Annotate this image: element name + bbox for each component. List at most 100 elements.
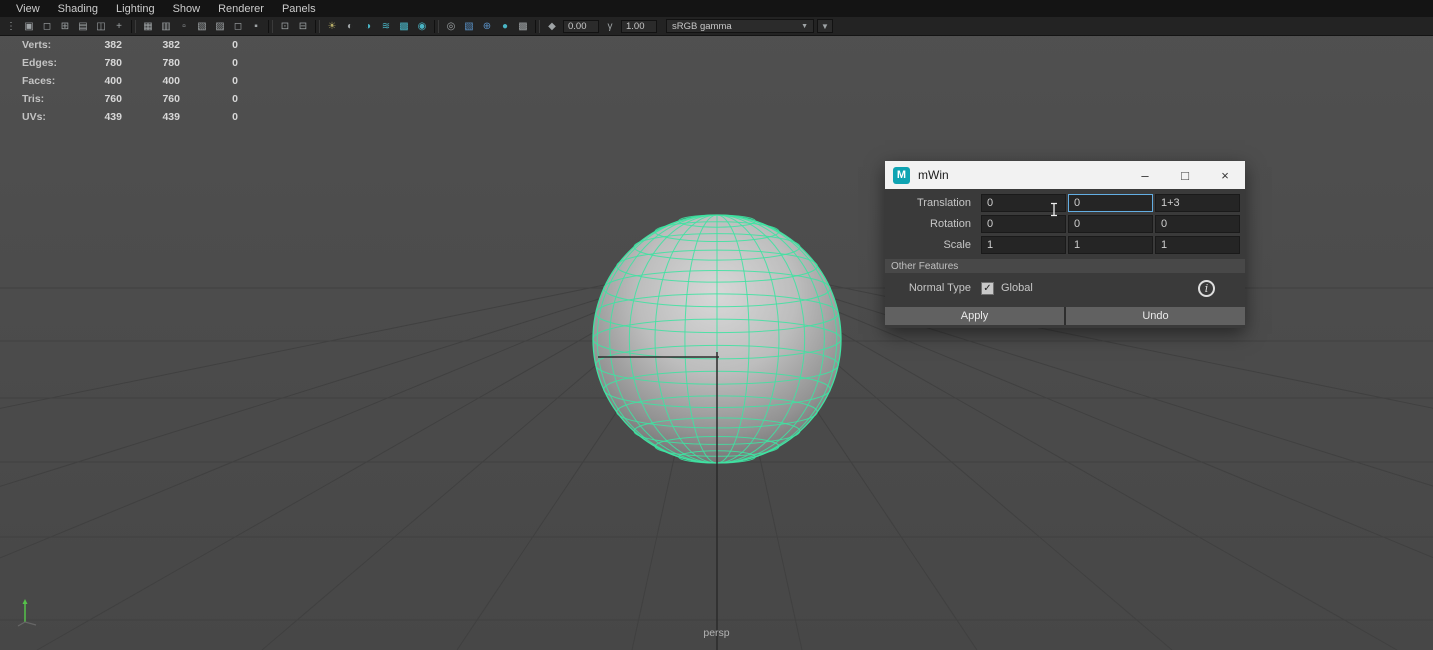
toolbar-separator bbox=[315, 20, 320, 33]
window-title: mWin bbox=[918, 168, 949, 182]
hud-value: 780 bbox=[122, 57, 180, 69]
menu-renderer[interactable]: Renderer bbox=[218, 3, 264, 15]
window-controls: – □ × bbox=[1125, 161, 1245, 189]
maximize-button[interactable]: □ bbox=[1165, 161, 1205, 189]
hud-label: Tris: bbox=[22, 93, 67, 105]
camera-attributes-icon[interactable]: ⊞ bbox=[57, 19, 73, 34]
scale-row: Scale 1 1 1 bbox=[885, 234, 1245, 255]
toolbar-separator bbox=[434, 20, 439, 33]
gamma-field[interactable]: 1.00 bbox=[621, 20, 657, 33]
sphere-object[interactable] bbox=[591, 208, 847, 474]
translation-label: Translation bbox=[885, 197, 981, 209]
multisample-icon[interactable]: ▩ bbox=[396, 19, 412, 34]
select-camera-icon[interactable]: ▣ bbox=[21, 19, 37, 34]
translation-y-field[interactable]: 0 bbox=[1068, 194, 1153, 212]
rotation-label: Rotation bbox=[885, 218, 981, 230]
hud-row-uvs: UVs: 439 439 0 bbox=[22, 108, 238, 126]
hud-value: 0 bbox=[180, 75, 238, 87]
poly-count-hud: Verts: 382 382 0 Edges: 780 780 0 Faces:… bbox=[22, 36, 238, 126]
hud-value: 760 bbox=[122, 93, 180, 105]
axis-indicator bbox=[16, 594, 50, 628]
exposure-icon[interactable]: ◆ bbox=[544, 19, 560, 34]
menu-shading[interactable]: Shading bbox=[58, 3, 98, 15]
hud-value: 780 bbox=[67, 57, 122, 69]
toolbar-separator bbox=[535, 20, 540, 33]
grid-icon[interactable]: ▦ bbox=[140, 19, 156, 34]
shadows-icon[interactable]: ◐ bbox=[342, 19, 358, 34]
hud-label: Edges: bbox=[22, 57, 67, 69]
global-checkbox[interactable]: ✓ bbox=[981, 282, 994, 295]
resolution-gate-icon[interactable]: ▫ bbox=[176, 19, 192, 34]
menu-show[interactable]: Show bbox=[173, 3, 201, 15]
isolate-select-icon[interactable]: ◎ bbox=[443, 19, 459, 34]
safe-action-icon[interactable]: ◻ bbox=[230, 19, 246, 34]
panel-grip-icon[interactable]: ⋮ bbox=[3, 19, 19, 34]
ambient-occlusion-icon[interactable]: ◑ bbox=[360, 19, 376, 34]
scale-y-field[interactable]: 1 bbox=[1068, 236, 1153, 254]
exposure-field[interactable]: 0.00 bbox=[563, 20, 599, 33]
safe-title-icon[interactable]: ▪ bbox=[248, 19, 264, 34]
toolbar-separator bbox=[268, 20, 273, 33]
rotation-row: Rotation 0 0 0 bbox=[885, 213, 1245, 234]
hud-value: 439 bbox=[67, 111, 122, 123]
hud-value: 0 bbox=[180, 57, 238, 69]
chevron-down-icon: ▼ bbox=[801, 23, 808, 30]
apply-button[interactable]: Apply bbox=[885, 307, 1064, 325]
hud-value: 382 bbox=[67, 39, 122, 51]
film-gate-icon[interactable]: ▥ bbox=[158, 19, 174, 34]
menu-lighting[interactable]: Lighting bbox=[116, 3, 155, 15]
view-transform-select[interactable]: sRGB gamma ▼ bbox=[666, 19, 814, 33]
hud-value: 382 bbox=[122, 39, 180, 51]
translation-row: Translation 0 0 1+3 bbox=[885, 192, 1245, 213]
gamma-icon[interactable]: γ bbox=[602, 19, 618, 34]
close-button[interactable]: × bbox=[1205, 161, 1245, 189]
image-plane-icon[interactable]: ◫ bbox=[93, 19, 109, 34]
lock-camera-icon[interactable]: ◻ bbox=[39, 19, 55, 34]
hud-row-edges: Edges: 780 780 0 bbox=[22, 54, 238, 72]
translation-z-field[interactable]: 1+3 bbox=[1155, 194, 1240, 212]
hud-row-verts: Verts: 382 382 0 bbox=[22, 36, 238, 54]
view-transform-value: sRGB gamma bbox=[672, 21, 732, 32]
hud-value: 400 bbox=[67, 75, 122, 87]
rotation-y-field[interactable]: 0 bbox=[1068, 215, 1153, 233]
default-material-icon[interactable]: ● bbox=[497, 19, 513, 34]
hud-value: 0 bbox=[180, 111, 238, 123]
extra-dropdown-caret[interactable]: ▼ bbox=[817, 19, 833, 33]
maya-app-icon: M bbox=[893, 167, 910, 184]
window-body: Translation 0 0 1+3 Rotation 0 0 0 Scale… bbox=[885, 189, 1245, 328]
scale-z-field[interactable]: 1 bbox=[1155, 236, 1240, 254]
hud-label: Verts: bbox=[22, 39, 67, 51]
frame-all-icon[interactable]: ⊡ bbox=[277, 19, 293, 34]
camera-label: persp bbox=[703, 627, 729, 639]
lighting-icon[interactable]: ☀ bbox=[324, 19, 340, 34]
normal-type-label: Normal Type bbox=[885, 282, 981, 294]
panel-toolbar: ⋮▣◻⊞▤◫+▦▥▫▧▨◻▪⊡⊟☀◐◑≋▩◉◎▧⊕●▩◆ 0.00 γ 1.00… bbox=[0, 17, 1433, 36]
hud-label: Faces: bbox=[22, 75, 67, 87]
hud-value: 400 bbox=[122, 75, 180, 87]
textured-icon[interactable]: ▩ bbox=[515, 19, 531, 34]
scale-x-field[interactable]: 1 bbox=[981, 236, 1066, 254]
frame-selection-icon[interactable]: ⊟ bbox=[295, 19, 311, 34]
menu-panels[interactable]: Panels bbox=[282, 3, 316, 15]
toolbar-separator bbox=[131, 20, 136, 33]
mwin-window: M mWin – □ × Translation 0 0 1+3 Rotatio… bbox=[885, 161, 1245, 328]
wireframe-on-shaded-icon[interactable]: ⊕ bbox=[479, 19, 495, 34]
motion-blur-icon[interactable]: ≋ bbox=[378, 19, 394, 34]
window-titlebar[interactable]: M mWin – □ × bbox=[885, 161, 1245, 189]
undo-button[interactable]: Undo bbox=[1066, 307, 1245, 325]
info-icon[interactable]: i bbox=[1198, 280, 1215, 297]
normal-type-row: Normal Type ✓ Global i bbox=[885, 273, 1245, 303]
xray-icon[interactable]: ▧ bbox=[461, 19, 477, 34]
menu-view[interactable]: View bbox=[16, 3, 40, 15]
hud-row-tris: Tris: 760 760 0 bbox=[22, 90, 238, 108]
rotation-x-field[interactable]: 0 bbox=[981, 215, 1066, 233]
window-actions: Apply Undo bbox=[885, 307, 1245, 325]
pan-zoom-icon[interactable]: + bbox=[111, 19, 127, 34]
rotation-z-field[interactable]: 0 bbox=[1155, 215, 1240, 233]
bookmarks-icon[interactable]: ▤ bbox=[75, 19, 91, 34]
depth-of-field-icon[interactable]: ◉ bbox=[414, 19, 430, 34]
gate-mask-icon[interactable]: ▧ bbox=[194, 19, 210, 34]
minimize-button[interactable]: – bbox=[1125, 161, 1165, 189]
maya-viewport-screen: View Shading Lighting Show Renderer Pane… bbox=[0, 0, 1433, 650]
field-chart-icon[interactable]: ▨ bbox=[212, 19, 228, 34]
